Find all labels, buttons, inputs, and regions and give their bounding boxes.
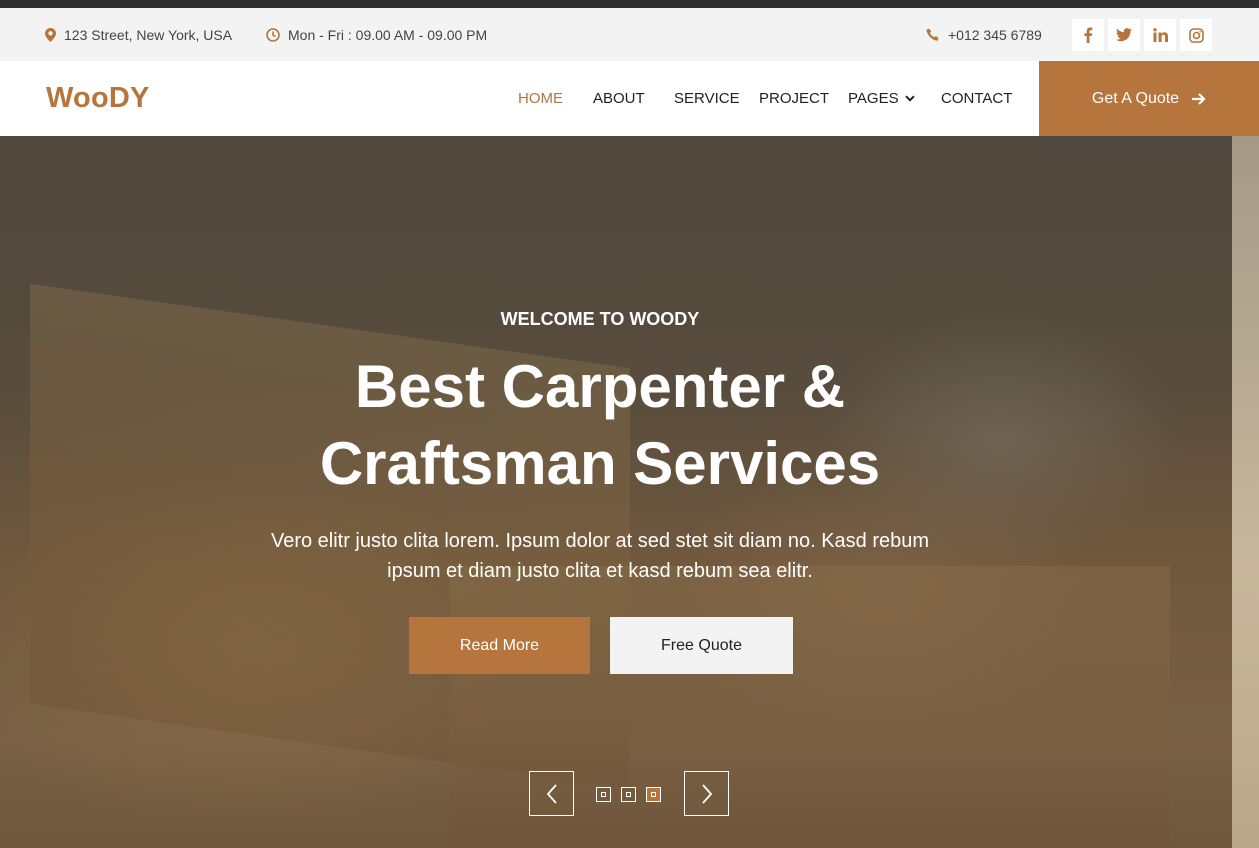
read-more-button[interactable]: Read More: [409, 617, 590, 674]
nav-home[interactable]: HOME: [518, 90, 563, 107]
carousel-prev-button[interactable]: [529, 771, 574, 816]
top-info-bar: 123 Street, New York, USA Mon - Fri : 09…: [0, 8, 1259, 61]
hero-content: WELCOME TO WOODY Best Carpenter & Crafts…: [0, 136, 1200, 848]
carousel-next-button[interactable]: [684, 771, 729, 816]
clock-icon: [266, 27, 280, 42]
hero-description-line-2: ipsum et diam justo clita et kasd rebum …: [387, 560, 813, 582]
hero-title: Best Carpenter & Craftsman Services: [0, 348, 1200, 502]
chevron-down-icon: [904, 95, 915, 102]
main-menu: HOME ABOUT SERVICE PROJECT PAGES CONTACT: [0, 61, 1039, 136]
instagram-icon[interactable]: [1180, 19, 1212, 51]
social-links: [1072, 19, 1212, 51]
chevron-left-icon: [546, 783, 557, 804]
free-quote-button[interactable]: Free Quote: [610, 617, 793, 674]
chevron-right-icon: [701, 783, 712, 804]
phone-icon: [926, 28, 939, 41]
nav-service[interactable]: SERVICE: [674, 90, 740, 107]
hero-title-line-1: Best Carpenter &: [354, 353, 846, 420]
address-info: 123 Street, New York, USA: [45, 8, 232, 61]
linkedin-icon[interactable]: [1144, 19, 1176, 51]
nav-about[interactable]: ABOUT: [593, 90, 645, 107]
twitter-icon[interactable]: [1108, 19, 1140, 51]
arrow-right-icon: [1192, 92, 1206, 105]
hero-description-line-1: Vero elitr justo clita lorem. Ipsum dolo…: [270, 530, 930, 552]
get-a-quote-button[interactable]: Get A Quote: [1039, 61, 1259, 136]
carousel-dot-3[interactable]: [646, 787, 661, 802]
address-text: 123 Street, New York, USA: [64, 26, 233, 43]
hours-info: Mon - Fri : 09.00 AM - 09.00 PM: [266, 8, 487, 61]
hero-eyebrow: WELCOME TO WOODY: [500, 309, 700, 329]
nav-project[interactable]: PROJECT: [759, 90, 829, 107]
location-pin-icon: [45, 27, 56, 42]
carousel-dot-1[interactable]: [596, 787, 611, 802]
get-a-quote-label: Get A Quote: [1091, 89, 1180, 107]
nav-pages[interactable]: PAGES: [848, 90, 915, 107]
hero-carousel: WELCOME TO WOODY Best Carpenter & Crafts…: [0, 136, 1232, 848]
carousel-dot-2[interactable]: [621, 787, 636, 802]
hero-title-line-2: Craftsman Services: [319, 430, 881, 497]
nav-contact[interactable]: CONTACT: [941, 90, 1012, 107]
hero-description: Vero elitr justo clita lorem. Ipsum dolo…: [240, 526, 960, 586]
phone-info: +012 345 6789: [926, 8, 1042, 61]
hero-right-edge: [1232, 136, 1259, 848]
nav-pages-label: PAGES: [848, 90, 899, 107]
main-navbar: WooDY HOME ABOUT SERVICE PROJECT PAGES C…: [0, 61, 1259, 136]
facebook-icon[interactable]: [1072, 19, 1104, 51]
phone-text: +012 345 6789: [948, 26, 1042, 43]
top-dark-strip: [0, 0, 1259, 8]
hours-text: Mon - Fri : 09.00 AM - 09.00 PM: [288, 26, 488, 43]
